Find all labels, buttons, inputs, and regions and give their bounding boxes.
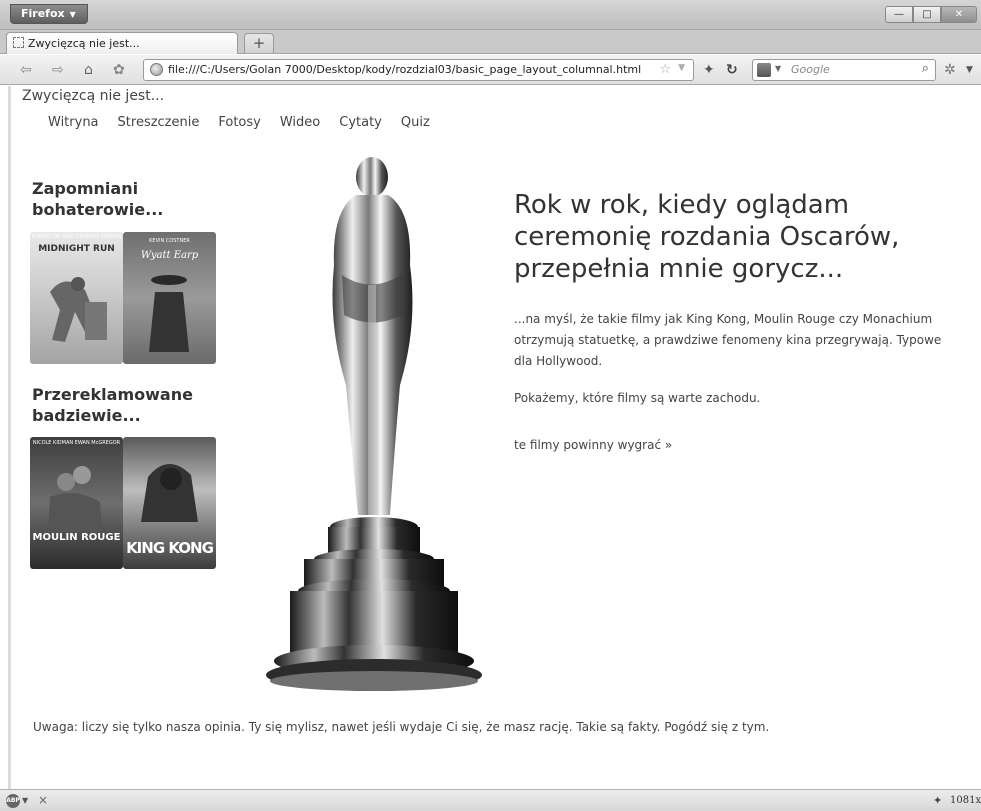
poster-art-figure [149,275,189,352]
bookmark-star-icon[interactable]: ☆ [659,62,671,77]
overrated-posters: NICOLE KIDMAN EWAN McGREGOR MOULIN ROUGE… [30,437,216,569]
poster-king-kong[interactable]: KING KONG [123,437,216,569]
poster-title: MOULIN ROUGE [32,532,121,543]
poster-art-couple [48,466,102,532]
navigation-toolbar: ⇦ ⇨ ⌂ ✿ file:///C:/Users/Golan 7000/Desk… [0,55,981,85]
nav-link-cytaty[interactable]: Cytaty [339,115,382,130]
search-placeholder: Google [791,63,830,76]
close-window-button[interactable]: ✕ [941,6,977,23]
minimize-button[interactable]: — [885,6,913,23]
poster-moulin-rouge[interactable]: NICOLE KIDMAN EWAN McGREGOR MOULIN ROUGE [30,437,123,569]
adblock-icon[interactable]: ABP [6,794,20,808]
nav-link-fotosy[interactable]: Fotosy [218,115,261,130]
page-favicon-icon [13,37,24,48]
firefox-menu-label: Firefox [21,7,65,20]
status-bar: ABP ▼ × ✦ 1081x895 [0,789,981,811]
url-text: file:///C:/Users/Golan 7000/Desktop/kody… [168,63,642,76]
menu-dropdown-icon[interactable]: ▼ [966,61,973,79]
resize-tool-icon[interactable]: ✦ [933,794,942,807]
firefox-menu-button[interactable]: Firefox ▼ [10,4,88,24]
tab-bar: Zwycięzcą nie jest... + [0,30,981,54]
poster-midnight-run[interactable]: ROBERT DE NIRO CHARLES GRODIN MIDNIGHT R… [30,232,123,364]
new-tab-button[interactable]: + [244,33,274,53]
search-engine-icon[interactable] [757,63,771,77]
footer-note: Uwaga: liczy się tylko nasza opinia. Ty … [33,720,770,734]
overrated-heading: Przereklamowane badziewie... [32,385,193,425]
window-resolution: 1081x895 [950,795,981,806]
maximize-button[interactable]: □ [913,6,941,23]
window-titlebar: Firefox ▼ — □ ✕ [0,0,981,30]
url-bar[interactable]: file:///C:/Users/Golan 7000/Desktop/kody… [143,59,694,81]
winners-link[interactable]: te filmy powinny wygrać » [514,438,672,452]
site-navigation: Witryna Streszczenie Fotosy Wideo Cytaty… [48,115,449,130]
poster-art-figures [50,277,107,342]
oscar-statuette-image [266,157,482,691]
back-icon[interactable]: ⇦ [20,61,32,79]
close-icon[interactable]: × [38,793,48,807]
extension-icon[interactable]: ✲ [944,61,956,79]
reload-icon[interactable]: ↻ [726,61,738,79]
forgotten-heroes-heading: Zapomniani bohaterowie... [32,179,164,219]
addon-bird-icon[interactable]: ✦ [703,61,715,79]
tab-title: Zwycięzcą nie jest... [28,37,140,50]
nav-link-wideo[interactable]: Wideo [280,115,320,130]
site-title: Zwycięzcą nie jest... [22,88,165,104]
addon-icon[interactable]: ✿ [113,61,125,79]
main-paragraph-2: Pokażemy, które filmy są warte zachodu. [514,391,761,405]
nav-link-quiz[interactable]: Quiz [401,115,430,130]
poster-title: KING KONG [126,539,214,557]
chevron-down-icon: ▼ [775,64,782,73]
url-dropdown-icon[interactable]: ▼ [678,63,685,73]
tab-active[interactable]: Zwycięzcą nie jest... [6,32,238,54]
forgotten-posters: ROBERT DE NIRO CHARLES GRODIN MIDNIGHT R… [30,232,216,364]
search-bar[interactable]: ▼ Google ⌕ [752,59,936,81]
chevron-down-icon[interactable]: ▼ [22,796,28,805]
globe-icon [150,63,163,76]
forward-icon[interactable]: ⇨ [52,61,64,79]
nav-link-witryna[interactable]: Witryna [48,115,99,130]
chevron-down-icon: ▼ [69,10,76,19]
home-icon[interactable]: ⌂ [84,61,93,79]
nav-link-streszczenie[interactable]: Streszczenie [118,115,200,130]
main-heading: Rok w rok, kiedy oglądam ceremonię rozda… [514,190,900,284]
poster-wyatt-earp[interactable]: KEVIN COSTNER Wyatt Earp [123,232,216,364]
search-icon[interactable]: ⌕ [922,61,929,76]
main-paragraph-1: ...na myśl, że takie filmy jak King Kong… [514,312,942,368]
